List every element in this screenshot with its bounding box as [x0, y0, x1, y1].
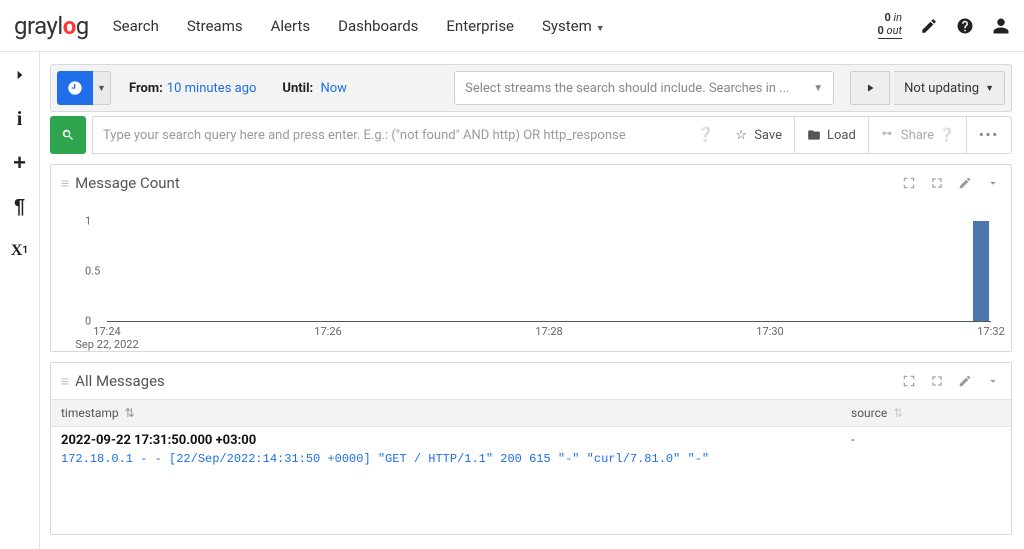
nav-streams[interactable]: Streams — [187, 17, 243, 35]
streams-select[interactable]: Select streams the search should include… — [454, 71, 834, 105]
user-icon[interactable] — [992, 17, 1010, 35]
hint-bulb-icon[interactable]: ❔ — [697, 128, 714, 142]
row-timestamp: 2022-09-22 17:31:50.000 +03:00 — [61, 433, 851, 448]
chevron-down-icon[interactable] — [985, 373, 1001, 389]
nav-alerts[interactable]: Alerts — [271, 17, 311, 35]
timerange-caret[interactable]: ▼ — [93, 71, 111, 105]
x-tick: 17:28 — [535, 325, 562, 338]
search-query-input[interactable]: Type your search query here and press en… — [92, 116, 722, 154]
row-message: 172.18.0.1 - - [22/Sep/2022:14:31:50 +00… — [61, 450, 851, 468]
load-button[interactable]: Load — [795, 116, 869, 154]
expand-icon[interactable] — [929, 373, 945, 389]
run-search-button[interactable] — [850, 71, 890, 105]
expand-icon[interactable] — [929, 175, 945, 191]
sidebar-info-icon[interactable]: i — [8, 108, 32, 130]
edit-panel-icon[interactable] — [957, 175, 973, 191]
row-source: - — [851, 433, 1001, 468]
share-button[interactable]: Share ❔ — [869, 116, 967, 154]
focus-icon[interactable] — [901, 373, 917, 389]
refresh-dropdown[interactable]: Not updating▼ — [894, 71, 1005, 105]
edit-panel-icon[interactable] — [957, 373, 973, 389]
column-source[interactable]: source — [851, 406, 887, 420]
throughput-indicator: 0 in 0 out — [878, 12, 902, 38]
logo[interactable]: graylog — [14, 12, 89, 40]
nav-dashboards[interactable]: Dashboards — [338, 17, 418, 35]
x-tick: 17:26 — [314, 325, 341, 338]
save-button[interactable]: ☆ Save — [722, 116, 795, 154]
chevron-down-icon: ▼ — [813, 83, 823, 94]
share-icon — [881, 128, 895, 142]
sidebar-collapse-icon[interactable] — [8, 64, 32, 86]
sidebar-x1-icon[interactable]: X1 — [8, 240, 32, 262]
star-icon: ☆ — [734, 128, 748, 142]
nav-enterprise[interactable]: Enterprise — [446, 17, 514, 35]
chart-bar — [973, 221, 989, 321]
x-tick: 17:30 — [756, 325, 783, 338]
folder-icon — [807, 128, 821, 142]
x-tick: 17:24Sep 22, 2022 — [75, 325, 138, 351]
table-row[interactable]: 2022-09-22 17:31:50.000 +03:00 172.18.0.… — [51, 427, 1011, 474]
message-count-chart: 00.5117:24Sep 22, 202217:2617:2817:3017:… — [51, 201, 1011, 351]
drag-handle-icon[interactable]: ≡ — [61, 373, 67, 390]
timerange-summary: From:10 minutes ago Until: Now — [115, 71, 450, 105]
y-tick: 0.5 — [85, 265, 100, 278]
help-icon[interactable] — [956, 17, 974, 35]
panel-title: Message Count — [75, 174, 180, 192]
nav-search[interactable]: Search — [113, 17, 159, 35]
drag-handle-icon[interactable]: ≡ — [61, 175, 67, 192]
panel-title: All Messages — [75, 372, 165, 390]
chevron-down-icon[interactable] — [985, 175, 1001, 191]
y-tick: 1 — [85, 215, 91, 228]
sidebar-add-icon[interactable]: + — [8, 152, 32, 174]
column-timestamp[interactable]: timestamp — [61, 406, 119, 420]
more-actions-button[interactable]: ••• — [967, 116, 1012, 154]
edit-icon[interactable] — [920, 17, 938, 35]
focus-icon[interactable] — [901, 175, 917, 191]
timerange-button[interactable] — [57, 71, 93, 105]
nav-system[interactable]: System▼ — [542, 17, 605, 35]
x-tick: 17:32 — [977, 325, 1004, 338]
sort-icon[interactable]: ⇅ — [893, 406, 903, 420]
sidebar-paragraph-icon[interactable]: ¶ — [8, 196, 32, 218]
sort-icon[interactable]: ⇅ — [125, 406, 135, 420]
help-small-icon: ❔ — [940, 128, 954, 142]
execute-search-button[interactable] — [50, 116, 86, 154]
